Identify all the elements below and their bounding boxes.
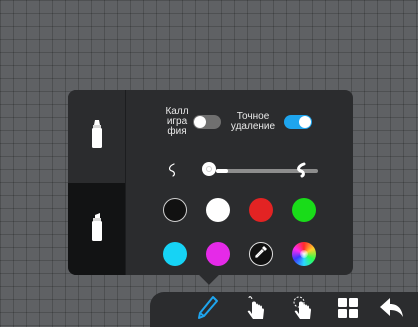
calligraphy-label: Каллиграфия — [165, 106, 189, 137]
whiteboard-canvas[interactable]: { "pen_panel": { "calligraphy_label": "К… — [0, 0, 418, 327]
highlighter-icon — [90, 212, 104, 247]
precise-erase-label: Точное удаление — [230, 111, 276, 132]
select-tool-button[interactable] — [242, 295, 270, 326]
gesture-tool-button[interactable] — [288, 296, 316, 324]
apps-button[interactable] — [334, 296, 362, 324]
calligraphy-toggle[interactable] — [193, 115, 221, 129]
marker-icon — [90, 119, 104, 154]
thick-stroke-icon — [294, 162, 310, 183]
undo-icon — [379, 297, 405, 324]
toggle-knob — [194, 116, 206, 128]
stroke-width-fill — [216, 169, 228, 173]
pen-settings-popup: Каллиграфия Точное удаление — [68, 90, 353, 285]
color-green-swatch[interactable] — [292, 198, 316, 222]
popup-pointer — [199, 265, 219, 285]
gesture-icon — [289, 295, 315, 326]
precise-erase-toggle[interactable] — [284, 115, 312, 129]
color-white-swatch[interactable] — [206, 198, 230, 222]
sidebar-divider — [125, 90, 126, 275]
pen-icon — [196, 295, 220, 326]
options-row: Каллиграфия Точное удаление — [163, 107, 312, 137]
marker-tool[interactable] — [68, 90, 125, 183]
eyedropper-icon — [254, 245, 268, 264]
toggle-knob — [299, 116, 311, 128]
pen-type-sidebar — [68, 90, 125, 275]
undo-button[interactable] — [378, 296, 406, 324]
color-magenta-swatch[interactable] — [206, 242, 230, 266]
pen-tool-button[interactable] — [194, 295, 222, 326]
stroke-width-slider-thumb[interactable] — [202, 162, 216, 176]
bottom-toolbar — [150, 292, 418, 327]
highlighter-tool[interactable] — [68, 183, 125, 275]
color-wheel-button[interactable] — [292, 242, 316, 266]
apps-grid-icon — [337, 297, 359, 324]
color-red-swatch[interactable] — [249, 198, 273, 222]
tap-select-icon — [243, 295, 269, 326]
eyedropper-button[interactable] — [249, 242, 273, 266]
thin-stroke-icon — [166, 163, 180, 182]
color-cyan-swatch[interactable] — [163, 242, 187, 266]
color-black-swatch[interactable] — [163, 198, 187, 222]
